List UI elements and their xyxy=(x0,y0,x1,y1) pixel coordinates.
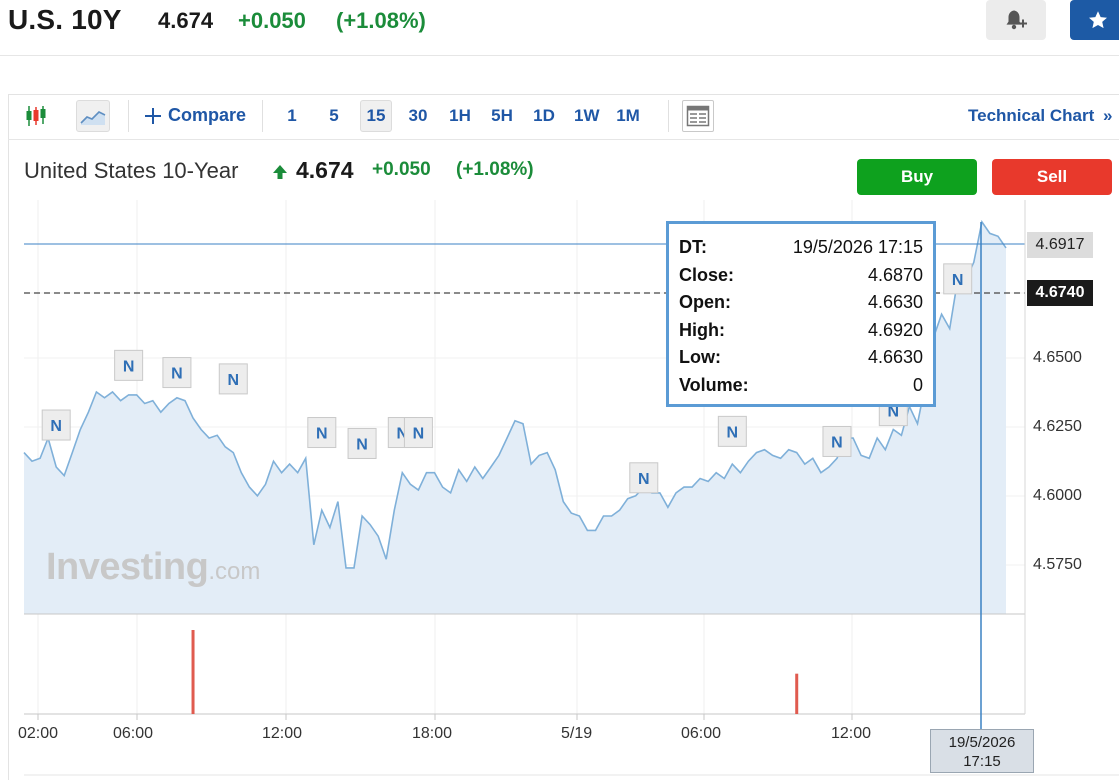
tooltip-key: Close: xyxy=(679,264,735,285)
tooltip-value: 19/5/2026 17:15 xyxy=(792,237,923,258)
tooltip-row-dt: DT: 19/5/2026 17:15 xyxy=(679,234,923,262)
x-tick-label: 02:00 xyxy=(18,725,59,742)
tooltip-value: 4.6920 xyxy=(867,319,923,340)
tooltip-row-low: Low: 4.6630 xyxy=(679,344,923,372)
tooltip-row-high: High: 4.6920 xyxy=(679,317,923,345)
watermark-suffix: .com xyxy=(208,558,261,585)
x-tick-label: 12:00 xyxy=(831,725,872,742)
news-marker: N xyxy=(943,263,973,295)
news-marker: N xyxy=(822,425,852,457)
news-marker-label: N xyxy=(316,426,328,443)
news-marker: N xyxy=(162,357,192,389)
news-marker: N xyxy=(717,415,747,447)
ohlc-tooltip: DT: 19/5/2026 17:15 Close: 4.6870 Open: 4.6… xyxy=(666,221,936,407)
news-marker-label: N xyxy=(50,418,62,435)
tooltip-row-volume: Volume: 0 xyxy=(679,372,923,400)
x-tick-label: 12:00 xyxy=(262,725,303,742)
news-marker-label: N xyxy=(727,424,739,441)
tooltip-value: 4.6870 xyxy=(867,264,923,285)
crosshair-time: 17:15 xyxy=(963,753,1001,770)
y-tick-label: 4.5750 xyxy=(1033,556,1082,573)
volume-bar xyxy=(191,630,195,714)
tooltip-key: High: xyxy=(679,319,725,340)
tooltip-key: Open: xyxy=(679,292,731,313)
news-marker: N xyxy=(347,427,377,459)
news-marker-label: N xyxy=(638,471,650,488)
tooltip-value: 4.6630 xyxy=(867,347,923,368)
x-tick-label: 06:00 xyxy=(681,725,722,742)
news-marker: N xyxy=(403,417,433,449)
news-marker: N xyxy=(41,409,71,441)
y-tick-label: 4.6000 xyxy=(1033,487,1082,504)
news-marker-label: N xyxy=(952,272,964,289)
news-marker: N xyxy=(114,349,144,381)
x-tick-label: 5/19 xyxy=(561,725,593,742)
news-marker-label: N xyxy=(413,426,425,443)
x-tick-label: 18:00 xyxy=(412,725,453,742)
tooltip-key: Volume: xyxy=(679,374,749,395)
tooltip-key: DT: xyxy=(679,237,707,258)
news-marker-label: N xyxy=(171,366,183,383)
crosshair-date: 19/5/2026 xyxy=(948,734,1016,751)
y-tick-label: 4.6250 xyxy=(1033,418,1082,435)
crosshair-price-tag: 4.6917 xyxy=(1027,232,1093,258)
news-marker-label: N xyxy=(356,436,368,453)
news-marker: N xyxy=(629,462,659,494)
news-marker-label: N xyxy=(123,358,135,375)
y-tick-label: 4.6500 xyxy=(1033,349,1082,366)
news-marker: N xyxy=(307,417,337,449)
tooltip-value: 0 xyxy=(912,374,923,395)
tooltip-row-open: Open: 4.6630 xyxy=(679,289,923,317)
tooltip-key: Low: xyxy=(679,347,721,368)
news-marker-label: N xyxy=(831,434,843,451)
price-chart[interactable]: NN N NNNN NNNNNN xyxy=(0,0,1119,780)
volume-bars xyxy=(191,630,799,714)
x-axis-ticks xyxy=(37,714,853,720)
investing-watermark: Investing.com xyxy=(46,546,260,589)
x-tick-label: 06:00 xyxy=(113,725,154,742)
news-marker-label: N xyxy=(227,372,239,389)
crosshair-time-tag: 19/5/2026 17:15 xyxy=(930,729,1034,773)
tooltip-value: 4.6630 xyxy=(867,292,923,313)
last-price-tag: 4.6740 xyxy=(1027,280,1093,306)
volume-bar xyxy=(795,673,799,714)
tooltip-row-close: Close: 4.6870 xyxy=(679,262,923,290)
watermark-brand: Investing xyxy=(46,546,209,588)
news-marker: N xyxy=(218,363,248,395)
